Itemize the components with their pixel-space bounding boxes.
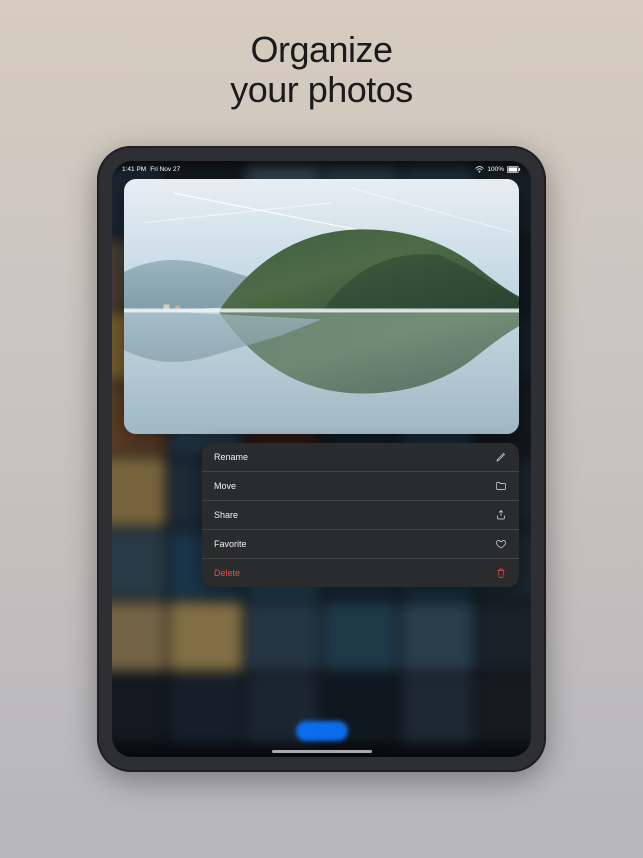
- menu-item-share[interactable]: Share: [202, 501, 519, 530]
- headline-line1: Organize: [250, 29, 392, 70]
- status-date: Fri Nov 27: [150, 166, 180, 173]
- menu-item-move[interactable]: Move: [202, 472, 519, 501]
- photo-preview[interactable]: [124, 179, 519, 434]
- headline-line2: your photos: [230, 69, 413, 110]
- menu-item-rename[interactable]: Rename: [202, 443, 519, 472]
- wifi-icon: [475, 166, 484, 173]
- device-frame: 1:41 PM Fri Nov 27 100%: [97, 146, 546, 772]
- trash-icon: [495, 567, 507, 579]
- status-bar: 1:41 PM Fri Nov 27 100%: [112, 161, 531, 175]
- home-indicator: [272, 750, 372, 753]
- menu-item-label: Move: [214, 481, 236, 491]
- folder-icon: [495, 480, 507, 492]
- heart-icon: [495, 538, 507, 550]
- marketing-headline: Organize your photos: [0, 30, 643, 111]
- menu-item-label: Share: [214, 510, 238, 520]
- battery-icon: [507, 166, 521, 173]
- status-battery-text: 100%: [487, 166, 504, 173]
- pencil-icon: [495, 451, 507, 463]
- menu-item-delete[interactable]: Delete: [202, 559, 519, 587]
- status-time: 1:41 PM: [122, 166, 146, 173]
- menu-item-label: Favorite: [214, 539, 247, 549]
- menu-item-label: Rename: [214, 452, 248, 462]
- menu-item-label: Delete: [214, 568, 240, 578]
- device-screen: 1:41 PM Fri Nov 27 100%: [112, 161, 531, 757]
- add-button[interactable]: [296, 721, 348, 741]
- share-icon: [495, 509, 507, 521]
- context-menu: Rename Move Share Favorite Delete: [202, 443, 519, 587]
- menu-item-favorite[interactable]: Favorite: [202, 530, 519, 559]
